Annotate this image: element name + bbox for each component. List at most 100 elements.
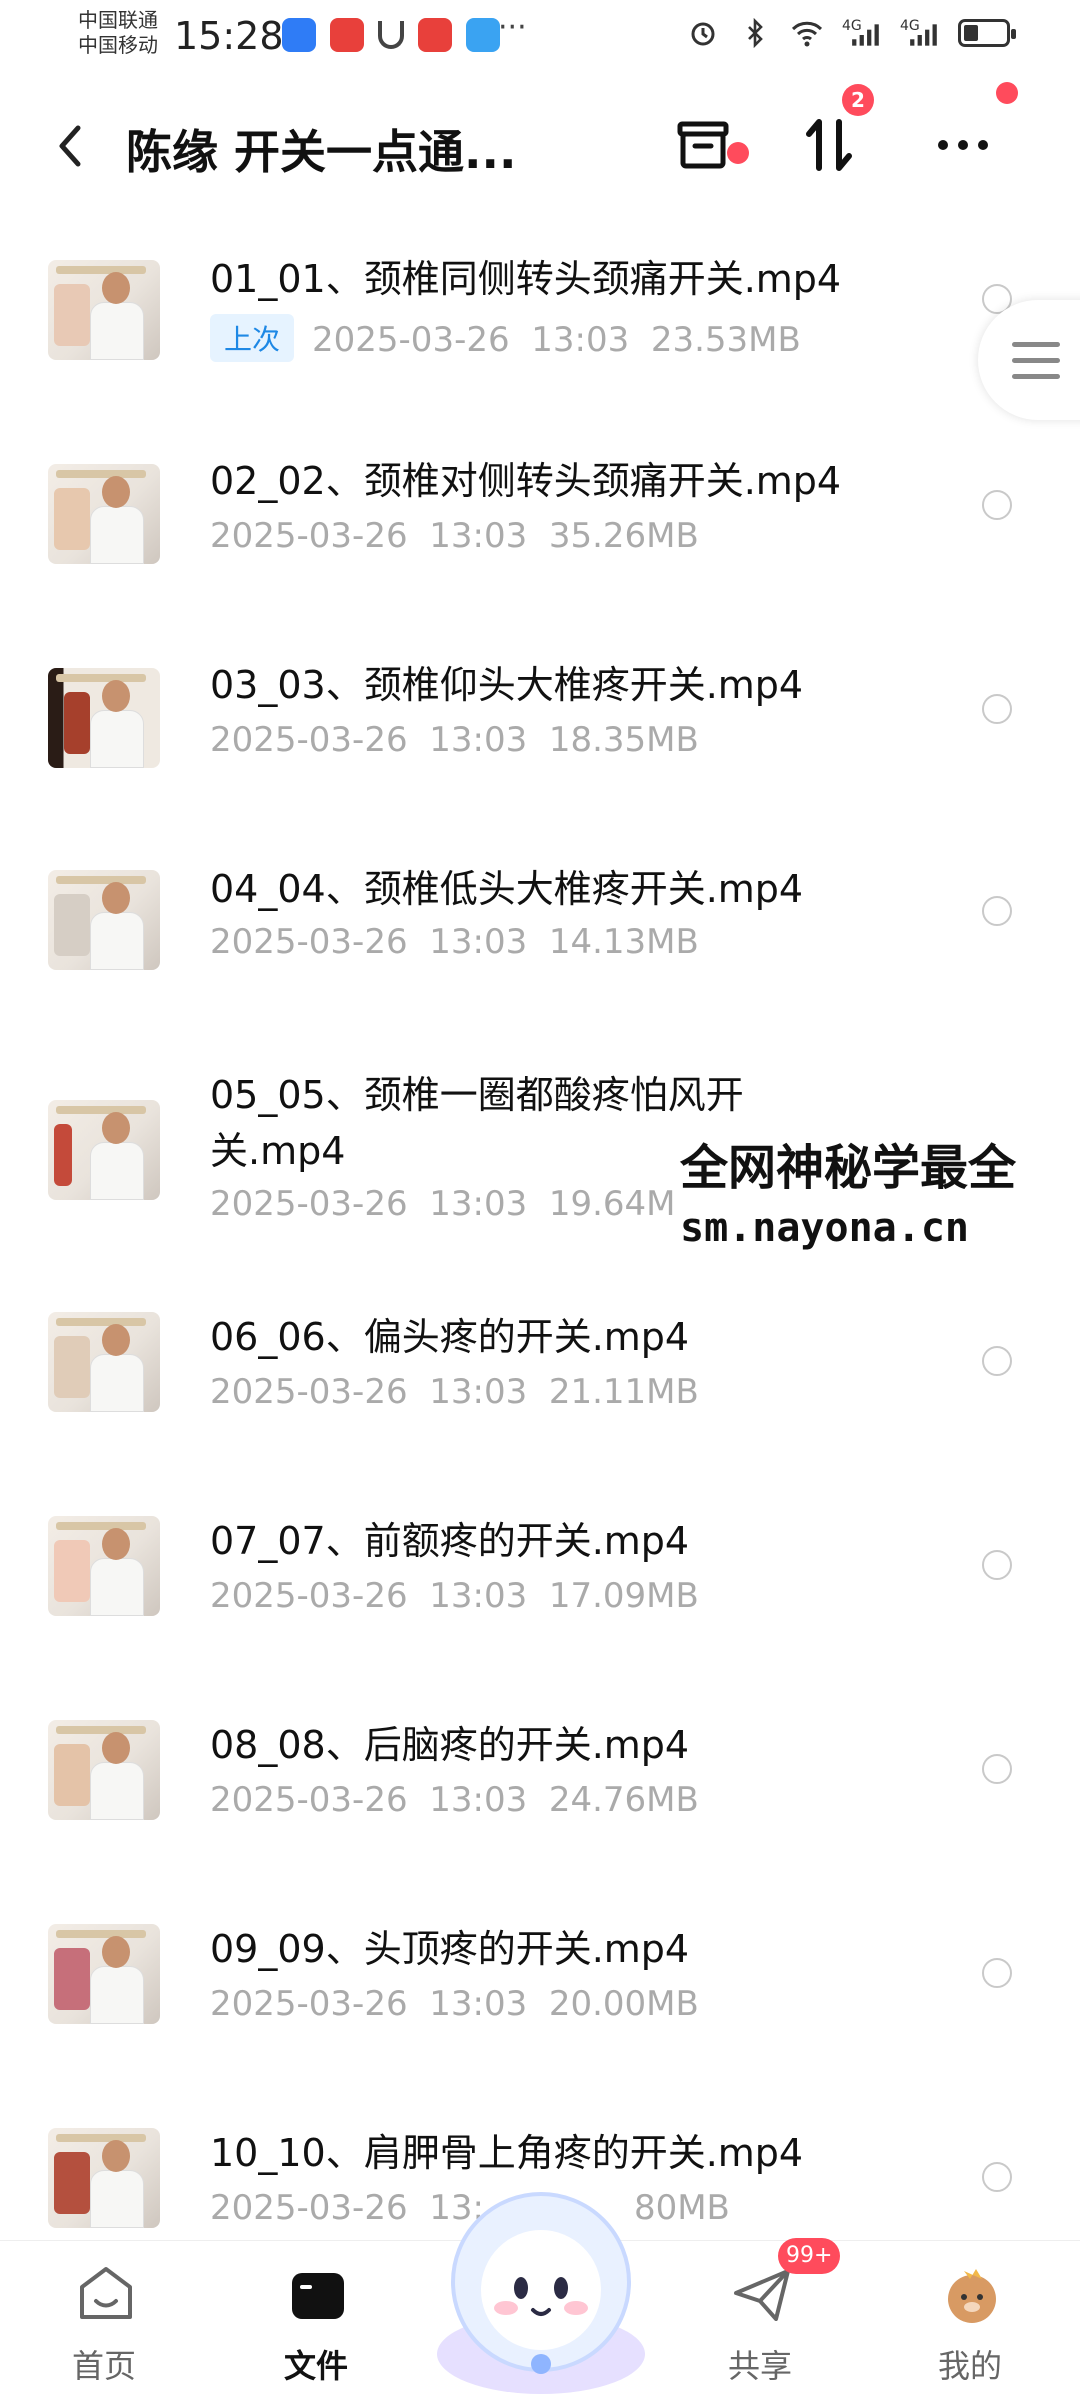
file-time: 13:03 (429, 516, 528, 556)
tab-home-label: 首页 (71, 2347, 136, 2385)
file-date: 2025-03-26 (210, 516, 408, 556)
file-size: 17.09MB (548, 1576, 699, 1616)
system-icons: 4G 4G (686, 18, 1016, 48)
file-meta: 上次 2025-03-26 13:03 23.53MB (210, 314, 801, 362)
video-thumbnail (48, 2128, 160, 2228)
battery-icon (958, 19, 1016, 47)
header-bar: 陈缘 开关一点通... 2 (0, 82, 1080, 200)
file-date: 2025-03-26 (210, 1184, 408, 1224)
file-size: 23.53MB (650, 320, 801, 360)
file-date: 2025-03-26 (210, 1576, 408, 1616)
transfer-count-badge: 2 (842, 84, 874, 116)
select-radio[interactable] (982, 1958, 1012, 1988)
folder-title: 陈缘 开关一点通... (126, 125, 517, 179)
select-radio[interactable] (982, 1754, 1012, 1784)
video-thumbnail (48, 260, 160, 360)
file-time: 13:03 (429, 1780, 528, 1820)
wifi-icon (791, 21, 823, 47)
archive-box-icon[interactable] (668, 110, 738, 180)
select-radio[interactable] (982, 490, 1012, 520)
file-time: 13:03 (429, 1576, 528, 1616)
file-date: 2025-03-26 (210, 1372, 408, 1412)
watermark-overlay: 全网神秘学最全 sm.nayona.cn (676, 1136, 1021, 1256)
file-meta: 2025-03-26 13:03 21.11MB (210, 1372, 699, 1412)
file-name: 01_01、颈椎同侧转头颈痛开关.mp4 (210, 257, 842, 301)
file-row-03[interactable]: 03_03、颈椎仰头大椎疼开关.mp4 2025-03-26 13:03 18.… (0, 608, 1080, 812)
bluetooth-icon (748, 18, 763, 48)
file-date: 2025-03-26 (210, 922, 408, 962)
app-notification-icon (282, 18, 316, 52)
file-row-01[interactable]: 01_01、颈椎同侧转头颈痛开关.mp4 上次 2025-03-26 13:03 … (0, 200, 1080, 404)
carrier-labels: 中国联通 中国移动 (78, 8, 158, 58)
file-row-09[interactable]: 09_09、头顶疼的开关.mp4 2025-03-26 13:03 20.00M… (0, 1884, 1080, 2088)
tab-mine[interactable]: 我的 (890, 2241, 1050, 2401)
file-meta: 2025-03-26 13:03 35.26MB (210, 516, 699, 556)
file-name: 10_10、肩胛骨上角疼的开关.mp4 (210, 2131, 804, 2175)
share-count-badge: 99+ (778, 2238, 841, 2274)
file-name: 03_03、颈椎仰头大椎疼开关.mp4 (210, 663, 804, 707)
file-date: 2025-03-26 (210, 1780, 408, 1820)
file-size: 24.76MB (548, 1780, 699, 1820)
file-row-04[interactable]: 04_04、颈椎低头大椎疼开关.mp4 2025-03-26 13:03 14.… (0, 812, 1080, 1016)
video-thumbnail (48, 668, 160, 768)
file-meta: 2025-03-26 13:03 20.00MB (210, 1984, 699, 2024)
file-row-07[interactable]: 07_07、前额疼的开关.mp4 2025-03-26 13:03 17.09M… (0, 1476, 1080, 1680)
file-name-line1: 05_05、颈椎一圈都酸疼怕风开 (210, 1073, 744, 1117)
status-bar: 中国联通 中国移动 15:28 ··· 4G 4G (0, 0, 1080, 80)
file-size: 35.26MB (548, 516, 699, 556)
video-thumbnail (48, 1312, 160, 1412)
file-time: 13:03 (429, 1372, 528, 1412)
file-meta: 2025-03-26 13:03 14.13MB (210, 922, 699, 962)
video-thumbnail (48, 464, 160, 564)
file-name: 02_02、颈椎对侧转头颈痛开关.mp4 (210, 459, 842, 503)
last-viewed-tag: 上次 (210, 314, 295, 362)
file-size: 14.13MB (548, 922, 699, 962)
app-u-icon (378, 21, 404, 49)
file-size: 20.00MB (548, 1984, 699, 2024)
watermark-line1: 全网神秘学最全 (680, 1140, 1017, 1196)
file-row-02[interactable]: 02_02、颈椎对侧转头颈痛开关.mp4 2025-03-26 13:03 35… (0, 404, 1080, 608)
select-radio[interactable] (982, 694, 1012, 724)
file-meta: 2025-03-26 13:03 19.64M (210, 1184, 676, 1224)
file-row-06[interactable]: 06_06、偏头疼的开关.mp4 2025-03-26 13:03 21.11M… (0, 1272, 1080, 1476)
alarm-icon (691, 22, 715, 46)
assistant-mascot-button[interactable] (426, 2178, 656, 2400)
file-meta: 2025-03-26 13:03 18.35MB (210, 720, 699, 760)
select-radio[interactable] (982, 896, 1012, 926)
home-icon (80, 2267, 132, 2319)
select-radio[interactable] (982, 2162, 1012, 2192)
more-menu-icon[interactable] (928, 110, 998, 180)
tab-files[interactable]: 文件 (236, 2241, 396, 2401)
carrier-1: 中国联通 (78, 8, 158, 32)
avatar-icon (948, 2269, 996, 2323)
signal-4g-1-icon: 4G (842, 18, 882, 48)
video-thumbnail (48, 1720, 160, 1820)
signal-4g-2-icon: 4G (900, 18, 940, 48)
tab-home[interactable]: 首页 (24, 2241, 184, 2401)
video-thumbnail (48, 1516, 160, 1616)
file-name: 08_08、后脑疼的开关.mp4 (210, 1723, 690, 1767)
back-arrow-icon[interactable] (50, 118, 90, 174)
file-row-08[interactable]: 08_08、后脑疼的开关.mp4 2025-03-26 13:03 24.76M… (0, 1680, 1080, 1884)
folder-icon (292, 2273, 344, 2319)
file-name: 09_09、头顶疼的开关.mp4 (210, 1927, 690, 1971)
tab-share-label: 共享 (727, 2347, 792, 2385)
paper-plane-icon (734, 2269, 790, 2321)
file-name-line2: 关.mp4 (210, 1129, 346, 1173)
file-name: 06_06、偏头疼的开关.mp4 (210, 1315, 690, 1359)
file-date: 2025-03-26 (210, 720, 408, 760)
transfer-updown-icon[interactable] (794, 110, 864, 180)
select-radio[interactable] (982, 1346, 1012, 1376)
huawei-store-icon (418, 18, 452, 52)
select-radio[interactable] (982, 1550, 1012, 1580)
more-notification-dot (996, 82, 1018, 104)
file-size: 18.35MB (548, 720, 699, 760)
file-name: 04_04、颈椎低头大椎疼开关.mp4 (210, 867, 804, 911)
archive-notification-dot (727, 142, 749, 164)
more-notifications-indicator: ··· (498, 10, 527, 45)
file-time: 13:03 (429, 1184, 528, 1224)
file-time: 13:03 (429, 720, 528, 760)
video-thumbnail (48, 1100, 160, 1200)
file-date: 2025-03-26 (210, 2188, 408, 2228)
huawei-app-icon (330, 18, 364, 52)
